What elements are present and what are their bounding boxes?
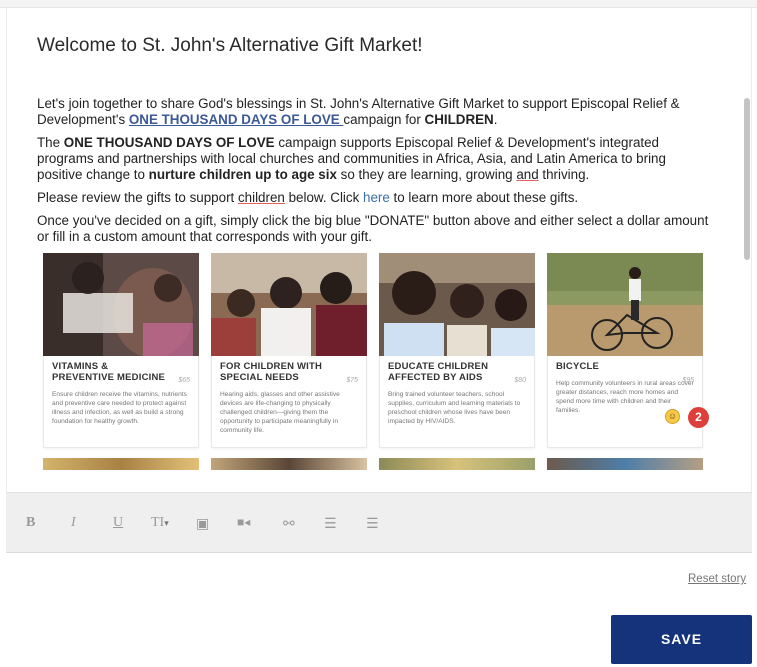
link-icon[interactable]: ⚯: [283, 515, 295, 532]
gift-card[interactable]: VITAMINS & PREVENTIVE MEDICINE $65 Ensur…: [43, 253, 199, 448]
story-bold-text: CHILDREN: [424, 112, 494, 127]
gift-description: Ensure children receive the vitamins, nu…: [52, 391, 187, 425]
bold-button[interactable]: B: [26, 515, 35, 531]
gift-price: $80: [514, 377, 526, 384]
gift-name: EDUCATE CHILDREN AFFECTED BY AIDS: [388, 361, 489, 383]
scrollbar-thumb[interactable]: [744, 98, 750, 260]
gift-card[interactable]: EDUCATE CHILDREN AFFECTED BY AIDS $80 Br…: [379, 253, 535, 448]
text-size-label: TI: [151, 515, 165, 530]
video-icon[interactable]: ■◂: [237, 515, 250, 529]
unordered-list-icon[interactable]: ☰: [366, 515, 379, 532]
spellcheck-word[interactable]: children: [238, 190, 285, 205]
top-border: [0, 0, 757, 8]
story-text: to learn more about these gifts.: [389, 190, 579, 205]
save-button[interactable]: SAVE: [611, 615, 752, 664]
notification-badge[interactable]: 2: [688, 407, 709, 428]
story-text: .: [493, 112, 498, 127]
gift-photo-vitamins: [43, 253, 199, 356]
story-scrollbar[interactable]: [742, 88, 751, 500]
gift-description: Bring trained volunteer teachers, school…: [388, 391, 521, 425]
gift-grid: VITAMINS & PREVENTIVE MEDICINE $65 Ensur…: [43, 253, 712, 448]
gift-photo-special-needs: [211, 253, 367, 356]
story-bold-text: ONE THOUSAND DAYS OF LOVE: [63, 135, 275, 150]
gift-price: $75: [346, 377, 358, 384]
gift-price: $65: [178, 377, 190, 384]
story-paragraph-1: Let's join together to share God's bless…: [37, 96, 712, 128]
gift-name: FOR CHILDREN WITH SPECIAL NEEDS: [220, 361, 323, 383]
story-paragraph-4: Once you've decided on a gift, simply cl…: [37, 213, 709, 244]
story-editor-card: Welcome to St. John's Alternative Gift M…: [6, 8, 752, 553]
gift-photo-strip: [43, 458, 199, 470]
gift-info: BICYCLE $95 Help community volunteers in…: [547, 356, 709, 448]
story-paragraph-2: The ONE THOUSAND DAYS OF LOVE campaign s…: [37, 135, 712, 183]
page-title: Welcome to St. John's Alternative Gift M…: [37, 35, 423, 56]
gift-name: BICYCLE: [556, 361, 600, 372]
format-toolbar: B I U TI▾ ▣ ■◂ ⚯ ☰ ☰: [6, 492, 752, 553]
text-size-button[interactable]: TI▾: [151, 515, 169, 531]
ordered-list-icon[interactable]: ☰: [324, 515, 337, 532]
story-text: The: [37, 135, 64, 150]
story-text: thriving.: [538, 167, 590, 182]
learn-more-link[interactable]: here: [363, 190, 390, 205]
gift-photo-educate: [379, 253, 535, 356]
spellcheck-word[interactable]: and: [516, 167, 538, 182]
gift-photo-strip: [379, 458, 535, 470]
gift-card[interactable]: FOR CHILDREN WITH SPECIAL NEEDS $75 Hear…: [211, 253, 367, 448]
story-text: campaign for: [343, 112, 425, 127]
underline-button[interactable]: U: [113, 515, 123, 531]
gift-photo-strip: [211, 458, 367, 470]
gift-name: VITAMINS & PREVENTIVE MEDICINE: [52, 361, 166, 383]
image-icon[interactable]: ▣: [196, 515, 209, 532]
chevron-down-icon: ▾: [164, 518, 169, 528]
gift-photo-bicycle: [547, 253, 703, 356]
emoji-icon[interactable]: ☺: [665, 409, 680, 424]
gift-info: EDUCATE CHILDREN AFFECTED BY AIDS $80 Br…: [379, 356, 535, 448]
story-text: below. Click: [284, 190, 364, 205]
gift-description: Hearing aids, glasses and other assistiv…: [220, 391, 340, 434]
gift-info: FOR CHILDREN WITH SPECIAL NEEDS $75 Hear…: [211, 356, 367, 448]
story-paragraph-3: Please review the gifts to support child…: [37, 190, 712, 206]
reset-story-link[interactable]: Reset story: [688, 573, 746, 585]
italic-button[interactable]: I: [71, 515, 76, 531]
story-text: so they are learning, growing: [336, 167, 517, 182]
campaign-link[interactable]: ONE THOUSAND DAYS OF LOVE: [129, 112, 344, 127]
gift-photo-strip: [547, 458, 703, 470]
story-bold-text: nurture children up to age six: [148, 167, 337, 182]
gift-price: $95: [682, 377, 694, 384]
story-text: Please review the gifts to support: [37, 190, 238, 205]
story-content[interactable]: Let's join together to share God's bless…: [37, 96, 712, 494]
gift-card[interactable]: BICYCLE $95 Help community volunteers in…: [547, 253, 709, 448]
gift-info: VITAMINS & PREVENTIVE MEDICINE $65 Ensur…: [43, 356, 199, 448]
gift-grid-row-2: [43, 458, 712, 470]
